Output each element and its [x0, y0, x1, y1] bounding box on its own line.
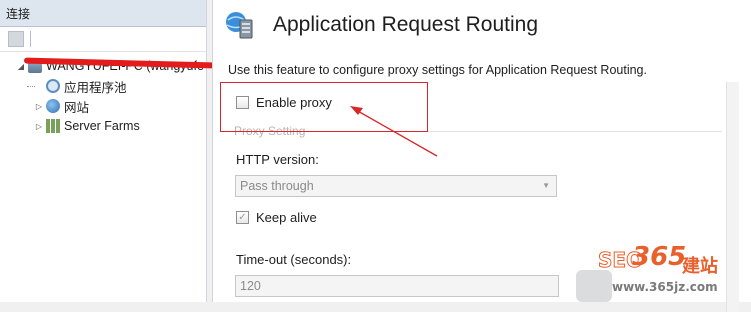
expand-icon[interactable]: ▷: [34, 102, 44, 111]
tree-item-label: Server Farms: [64, 119, 140, 133]
expand-icon[interactable]: ▷: [34, 122, 44, 131]
connections-toolbar: [0, 27, 206, 52]
connections-panel: 连接 ◢ WANGYUFEI-PC (wangyufe 应用程序池 ▷ 网站 ▷…: [0, 0, 215, 302]
connections-header: 连接: [0, 0, 206, 27]
tree-connector: [27, 86, 35, 87]
keep-alive-checkbox[interactable]: ✓: [236, 211, 249, 224]
page-title: Application Request Routing: [273, 13, 539, 36]
globe-icon: [46, 99, 60, 113]
arr-icon: [225, 10, 255, 40]
tree-item-label: 应用程序池: [64, 80, 127, 95]
tree-item-server-farms[interactable]: ▷ Server Farms: [0, 116, 206, 136]
server-farm-icon: [46, 119, 60, 133]
timeout-input[interactable]: 120: [235, 275, 559, 297]
tree-item-label: 网站: [64, 100, 90, 115]
tree-root-server[interactable]: ◢ WANGYUFEI-PC (wangyufe: [0, 56, 215, 76]
vertical-scrollbar[interactable]: [726, 82, 739, 312]
proxy-setting-group-label: Proxy Setting: [234, 124, 306, 138]
page-description: Use this feature to configure proxy sett…: [228, 63, 647, 77]
feature-panel: Application Request Routing Use this fea…: [212, 0, 751, 312]
keep-alive-row[interactable]: ✓ Keep alive: [236, 210, 317, 225]
toolbar-separator: [30, 31, 31, 47]
settings-panel: Enable proxy Proxy Setting HTTP version:…: [228, 82, 738, 312]
tree-item-app-pools[interactable]: 应用程序池: [0, 76, 206, 96]
group-divider: [312, 131, 722, 132]
dropdown-arrow-icon[interactable]: ▼: [542, 181, 550, 190]
connections-tree: ◢ WANGYUFEI-PC (wangyufe 应用程序池 ▷ 网站 ▷ Se…: [0, 56, 215, 136]
enable-proxy-checkbox[interactable]: [236, 96, 249, 109]
timeout-value: 120: [240, 279, 261, 293]
app-pool-icon: [46, 79, 60, 93]
http-version-select[interactable]: Pass through ▼: [235, 175, 557, 197]
page-header: Application Request Routing: [225, 10, 538, 40]
http-version-value: Pass through: [240, 179, 314, 193]
enable-proxy-row[interactable]: Enable proxy: [236, 95, 332, 110]
keep-alive-label: Keep alive: [256, 210, 317, 225]
http-version-label: HTTP version:: [236, 152, 319, 167]
timeout-label: Time-out (seconds):: [236, 252, 352, 267]
tree-item-sites[interactable]: ▷ 网站: [0, 96, 206, 116]
connect-icon[interactable]: [8, 31, 24, 47]
enable-proxy-label: Enable proxy: [256, 95, 332, 110]
